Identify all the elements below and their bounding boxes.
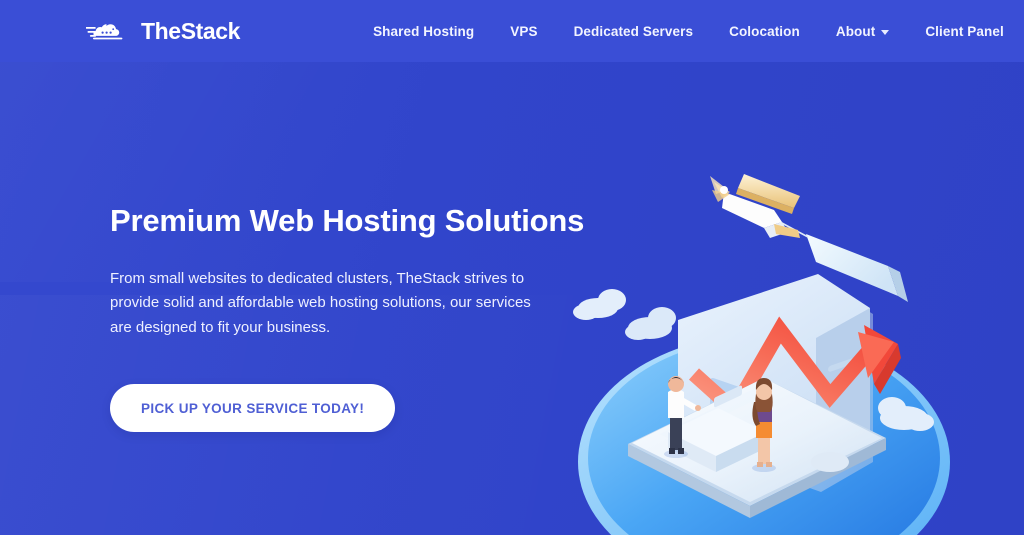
airplane-icon [710,174,800,238]
brand-logo-link[interactable]: TheStack [85,17,241,44]
hero-subtitle: From small websites to dedicated cluster… [110,270,531,336]
nav-item-about[interactable]: About [818,18,907,45]
nav-label: About [835,23,876,39]
cloud-left-2 [625,307,676,340]
nav-label: VPS [510,23,538,39]
cloud-speed-logo-icon [85,18,134,44]
header-inner: TheStack Shared Hosting VPS Dedicated Se… [0,18,1024,45]
hero-copy: Premium Web Hosting Solutions From small… [110,202,585,433]
cta-button[interactable]: PICK UP YOUR SERVICE TODAY! [110,384,396,433]
cloud-left-1 [573,289,626,320]
brand-name: TheStack [141,17,241,44]
site-header: TheStack Shared Hosting VPS Dedicated Se… [0,0,1024,62]
nav-item-client-panel[interactable]: Client Panel [907,18,1021,45]
nav-label: Colocation [729,23,800,39]
nav-item-shared-hosting[interactable]: Shared Hosting [355,18,492,45]
landing-page: TheStack Shared Hosting VPS Dedicated Se… [0,0,1024,535]
nav-item-vps[interactable]: VPS [492,18,555,45]
nav-label: Dedicated Servers [573,23,694,39]
nav-item-dedicated-servers[interactable]: Dedicated Servers [556,18,712,45]
isometric-growth-chart-illustration [568,162,968,535]
nav-label: Client Panel [925,23,1004,39]
primary-navigation: Shared Hosting VPS Dedicated Servers Col… [355,18,1022,45]
nav-label: Shared Hosting [373,23,475,39]
page-title: Premium Web Hosting Solutions [110,203,585,238]
nav-item-colocation[interactable]: Colocation [711,18,818,45]
hero-section: Premium Web Hosting Solutions From small… [0,62,1024,535]
chevron-down-icon [881,29,890,35]
